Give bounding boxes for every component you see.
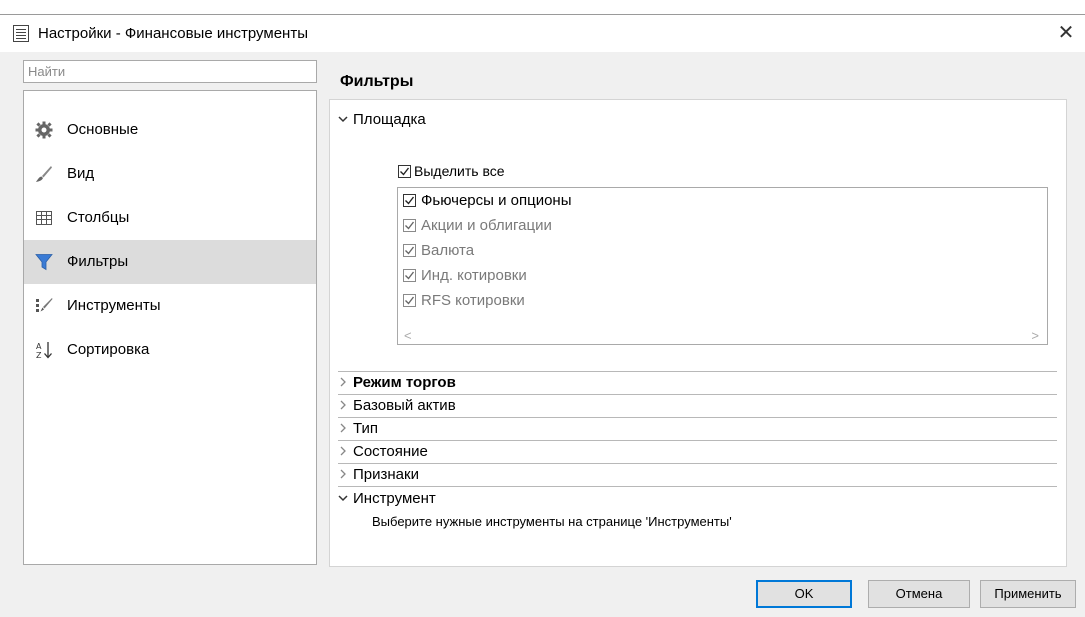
close-button[interactable]: ✕: [1051, 19, 1081, 47]
gear-icon: [35, 121, 53, 139]
check-icon: [400, 167, 410, 176]
check-icon: [405, 246, 415, 255]
group-trading-mode[interactable]: Режим торгов: [330, 373, 630, 394]
scroll-left-icon[interactable]: <: [404, 328, 412, 343]
background-strip: [0, 0, 1085, 14]
divider: [338, 440, 1057, 441]
chevron-down-icon: [338, 495, 348, 502]
title-bar: Настройки - Финансовые инструменты ✕: [0, 15, 1085, 52]
group-label: Площадка: [353, 111, 426, 128]
group-label: Инструмент: [353, 490, 436, 507]
group-underlying[interactable]: Базовый актив: [330, 396, 630, 417]
nav-item-general[interactable]: Основные: [24, 108, 316, 152]
nav-item-label: Инструменты: [67, 297, 161, 314]
nav-item-label: Основные: [67, 121, 139, 138]
apply-button[interactable]: Применить: [980, 580, 1076, 608]
select-all-label: Выделить все: [414, 163, 505, 179]
chevron-down-icon: [338, 116, 348, 123]
checkbox: [403, 294, 416, 307]
list-item-label: Валюта: [421, 242, 475, 259]
check-icon: [405, 296, 415, 305]
nav-item-view[interactable]: Вид: [24, 152, 316, 196]
group-label: Режим торгов: [353, 374, 456, 391]
checkbox: [398, 165, 411, 178]
instrument-hint: Выберите нужные инструменты на странице …: [372, 514, 732, 529]
list-item-label: Акции и облигации: [421, 217, 552, 234]
group-status[interactable]: Состояние: [330, 442, 630, 463]
checkbox: [403, 219, 416, 232]
group-type[interactable]: Тип: [330, 419, 630, 440]
tools-icon: [36, 298, 53, 312]
checkbox: [403, 244, 416, 257]
chevron-right-icon: [340, 423, 346, 433]
brush-icon: [36, 166, 52, 182]
search-input[interactable]: [24, 61, 316, 82]
window-app-icon: [13, 25, 29, 42]
list-item[interactable]: Инд. котировки: [403, 266, 703, 286]
select-all-checkbox[interactable]: Выделить все: [398, 163, 538, 181]
nav-item-columns[interactable]: Столбцы: [24, 196, 316, 240]
search-field[interactable]: [23, 60, 317, 83]
list-item[interactable]: Валюта: [403, 241, 703, 261]
nav-item-label: Сортировка: [67, 341, 150, 358]
section-title: Фильтры: [340, 73, 414, 90]
svg-text:Z: Z: [36, 351, 42, 359]
chevron-right-icon: [340, 400, 346, 410]
group-label: Состояние: [353, 443, 428, 460]
checkbox: [403, 194, 416, 207]
list-item-label: RFS котировки: [421, 292, 525, 309]
nav-item-tools[interactable]: Инструменты: [24, 284, 316, 328]
window-title: Настройки - Финансовые инструменты: [38, 25, 308, 42]
group-attributes[interactable]: Признаки: [330, 465, 630, 486]
chevron-right-icon: [340, 469, 346, 479]
group-label: Базовый актив: [353, 397, 456, 414]
list-item-label: Фьючерсы и опционы: [421, 192, 572, 209]
check-icon: [405, 271, 415, 280]
filter-icon: [35, 254, 53, 271]
nav-item-label: Столбцы: [67, 209, 130, 226]
columns-icon: [36, 211, 52, 225]
close-icon: ✕: [1057, 22, 1075, 44]
divider: [338, 371, 1057, 372]
settings-dialog: Настройки - Финансовые инструменты ✕ Най…: [0, 14, 1085, 617]
group-label: Признаки: [353, 466, 419, 483]
check-icon: [405, 221, 415, 230]
list-item[interactable]: Фьючерсы и опционы: [403, 191, 703, 211]
svg-text:A: A: [36, 342, 42, 351]
nav-item-label: Вид: [67, 165, 95, 182]
divider: [338, 417, 1057, 418]
horizontal-scrollbar[interactable]: < >: [398, 328, 1047, 344]
filters-panel: Площадка Выделить все Фьючерсы и опционы…: [329, 99, 1067, 567]
nav-item-sort[interactable]: A Z Сортировка: [24, 328, 316, 372]
group-instrument[interactable]: Инструмент: [330, 489, 630, 510]
group-label: Тип: [353, 420, 379, 437]
divider: [338, 463, 1057, 464]
list-item[interactable]: Акции и облигации: [403, 216, 703, 236]
list-item[interactable]: RFS котировки: [403, 291, 703, 311]
nav-item-filters[interactable]: Фильтры: [24, 240, 316, 284]
divider: [338, 394, 1057, 395]
divider: [338, 486, 1057, 487]
group-venue[interactable]: Площадка: [330, 110, 630, 131]
scroll-right-icon[interactable]: >: [1031, 328, 1039, 343]
checkbox: [403, 269, 416, 282]
list-item-label: Инд. котировки: [421, 267, 527, 284]
chevron-right-icon: [340, 377, 346, 387]
chevron-right-icon: [340, 446, 346, 456]
cancel-button[interactable]: Отмена: [868, 580, 970, 608]
nav-item-label: Фильтры: [67, 253, 129, 270]
settings-nav-list: Основные Вид Столбцы Фильтры Инструменты…: [23, 90, 317, 565]
ok-button[interactable]: OK: [756, 580, 852, 608]
sort-az-icon: A Z: [36, 342, 52, 359]
venue-list: Фьючерсы и опционы Акции и облигации Вал…: [397, 187, 1048, 345]
check-icon: [405, 196, 415, 205]
